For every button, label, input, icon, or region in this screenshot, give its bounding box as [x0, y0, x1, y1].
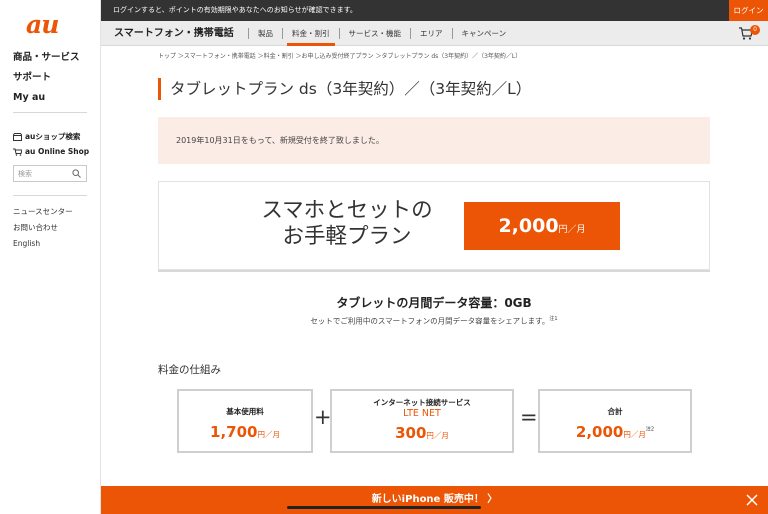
nav-item-area[interactable]: エリア	[411, 21, 452, 46]
plus-sign: +	[314, 405, 332, 429]
sidebar-item-myau[interactable]: My au	[13, 88, 80, 108]
internet-fee-box: インターネット接続サービス LTE NET 300円／月	[330, 389, 514, 453]
promo-price-unit: 円／月	[558, 225, 586, 235]
total-fee-label: 合計	[607, 407, 623, 416]
basic-fee-box: 基本使用料 1,700円／月	[177, 389, 313, 453]
sidebar-item-contact[interactable]: お問い合わせ	[13, 220, 73, 236]
fee-structure-heading: 料金の仕組み	[158, 364, 221, 376]
total-fee-box: 合計 2,000円／月注2	[538, 389, 692, 453]
internet-fee-label: インターネット接続サービス	[373, 398, 471, 407]
global-nav: スマートフォン・携帯電話 製品 料金・割引 サービス・機能 エリア キャンペーン…	[101, 21, 768, 46]
sidebar: au 商品・サービス サポート My au auショップ検索 au Online…	[0, 0, 101, 514]
footnote-2[interactable]: 注2	[646, 427, 654, 433]
sidebar-item-support[interactable]: サポート	[13, 68, 80, 88]
promo-line-1: スマホとセットの	[261, 198, 433, 223]
total-fee-value: 2,000円／月注2	[540, 422, 690, 441]
sidebar-divider	[13, 112, 87, 113]
nav-item-campaign[interactable]: キャンペーン	[453, 21, 516, 46]
promo-card: スマホとセットの お手軽プラン 2,000円／月	[158, 181, 710, 270]
internet-service-name: LTE NET	[403, 408, 441, 419]
close-icon[interactable]	[745, 493, 759, 507]
login-notice[interactable]: ログインすると、ポイントの有効期限やあなたへのお知らせが確認できます。	[113, 0, 357, 21]
sidebar-item-online-shop[interactable]: au Online Shop	[13, 147, 89, 156]
promo-price-box: 2,000円／月	[464, 202, 620, 250]
nav-menu: 製品 料金・割引 サービス・機能 エリア キャンペーン	[248, 21, 515, 46]
cart-button[interactable]: 0	[738, 25, 760, 42]
sidebar-item-shop-search[interactable]: auショップ検索	[13, 131, 80, 142]
sidebar-item-english[interactable]: English	[13, 236, 73, 252]
shop-search-label: auショップ検索	[25, 132, 81, 141]
sidebar-item-products[interactable]: 商品・サービス	[13, 48, 80, 68]
iphone-sale-link[interactable]: 新しいiPhone 販売中！ 〉	[101, 486, 768, 514]
search-icon[interactable]	[72, 169, 81, 178]
top-bar: ログインすると、ポイントの有効期限やあなたへのお知らせが確認できます。 ログイン	[101, 0, 768, 21]
data-capacity-title: タブレットの月間データ容量：0GB	[336, 296, 532, 310]
nav-item-products[interactable]: 製品	[249, 21, 282, 46]
total-fee-amount: 2,000	[575, 423, 624, 441]
store-icon	[13, 132, 22, 141]
sidebar-search-box	[13, 165, 87, 182]
promo-headline: スマホとセットの お手軽プラン	[247, 198, 447, 250]
breadcrumb[interactable]: トップ ＞スマートフォン・携帯電話 ＞料金・割引 ＞お申し込み受付終了プラン ＞…	[158, 51, 521, 60]
sidebar-main-menu: 商品・サービス サポート My au	[13, 48, 80, 108]
basic-fee-label: 基本使用料	[226, 407, 264, 416]
internet-fee-unit: 円／月	[426, 431, 449, 440]
promo-line-2: お手軽プラン	[282, 224, 412, 249]
sidebar-item-news[interactable]: ニュースセンター	[13, 204, 73, 220]
basic-fee-unit: 円／月	[257, 430, 280, 439]
online-shop-label: au Online Shop	[25, 147, 90, 156]
basic-fee-value: 1,700円／月	[179, 422, 311, 441]
data-capacity-subtitle: セットでご利用中のスマートフォンの月間データ容量をシェアします。注1	[158, 315, 710, 327]
equals-sign: =	[520, 405, 538, 429]
end-of-sale-notice: 2019年10月31日をもって、新規受付を終了致しました。	[158, 117, 710, 164]
nav-brand[interactable]: スマートフォン・携帯電話	[114, 21, 234, 46]
cart-icon	[13, 148, 22, 156]
home-indicator	[287, 506, 481, 509]
sidebar-sub-menu: ニュースセンター お問い合わせ English	[13, 204, 73, 252]
internet-fee-amount: 300	[395, 424, 427, 442]
basic-fee-amount: 1,700	[210, 423, 258, 441]
nav-item-services[interactable]: サービス・機能	[340, 21, 411, 46]
promo-price: 2,000	[498, 215, 559, 237]
footnote-1[interactable]: 注1	[549, 316, 557, 322]
au-logo[interactable]: au	[26, 10, 59, 39]
nav-item-pricing[interactable]: 料金・割引	[283, 21, 339, 46]
iphone-sale-banner: 新しいiPhone 販売中！ 〉	[101, 486, 768, 514]
total-fee-unit: 円／月	[623, 430, 646, 439]
data-capacity-subtitle-text: セットでご利用中のスマートフォンの月間データ容量をシェアします。	[310, 316, 550, 326]
login-button[interactable]: ログイン	[729, 0, 768, 21]
internet-fee-value: 300円／月	[332, 423, 512, 442]
cart-count-badge: 0	[750, 25, 760, 35]
sidebar-search-input[interactable]	[18, 169, 72, 178]
sidebar-divider	[13, 195, 87, 196]
page-title: タブレットプラン ds（3年契約）／（3年契約／L）	[158, 78, 531, 100]
